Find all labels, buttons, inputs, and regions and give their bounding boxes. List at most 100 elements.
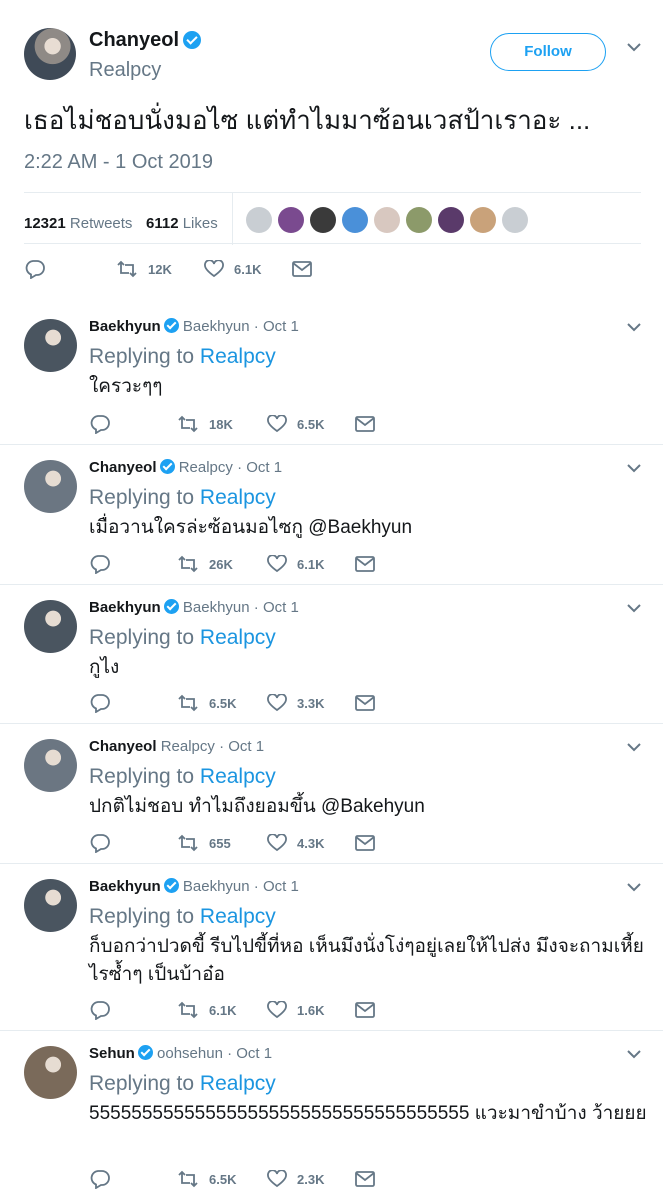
author-handle[interactable]: oohsehun bbox=[157, 1045, 223, 1062]
replying-to-link[interactable]: Realpcy bbox=[200, 1072, 276, 1095]
author-handle[interactable]: Realpcy bbox=[179, 459, 233, 476]
like-button[interactable]: 6.1K bbox=[204, 258, 261, 280]
message-button[interactable] bbox=[355, 1168, 375, 1190]
like-count: 6.1K bbox=[297, 556, 325, 572]
author-handle[interactable]: Realpcy bbox=[89, 58, 161, 82]
author-name[interactable]: Sehun bbox=[89, 1045, 135, 1062]
retweet-button[interactable]: 12K bbox=[116, 258, 172, 280]
reply-button[interactable] bbox=[89, 832, 111, 854]
author-handle[interactable]: Baekhyun bbox=[183, 878, 250, 895]
reply-date[interactable]: Oct 1 bbox=[246, 459, 282, 476]
reply-date[interactable]: Oct 1 bbox=[263, 318, 299, 335]
message-icon bbox=[355, 1171, 375, 1187]
avatar[interactable] bbox=[24, 739, 77, 792]
caret-down-icon[interactable] bbox=[627, 323, 641, 332]
liker-avatar[interactable] bbox=[246, 207, 272, 233]
reply-button[interactable] bbox=[89, 999, 111, 1021]
like-button[interactable]: 3.3K bbox=[267, 692, 324, 714]
reply-button[interactable] bbox=[89, 413, 111, 435]
reply-button[interactable] bbox=[89, 692, 111, 714]
caret-down-icon[interactable] bbox=[627, 43, 641, 52]
reply-tweet[interactable]: Baekhyun Baekhyun · Oct 1 Replying to Re… bbox=[0, 304, 663, 445]
reply-text: ก็บอกว่าปวดขี้ รีบไปขี้ที่หอ เห็นมึงนั่ง… bbox=[89, 936, 644, 985]
like-count: 3.3K bbox=[297, 695, 325, 711]
author-name[interactable]: Baekhyun bbox=[89, 878, 161, 895]
retweet-button[interactable]: 6.5K bbox=[177, 1168, 236, 1190]
message-button[interactable] bbox=[355, 692, 375, 714]
caret-down-icon[interactable] bbox=[627, 464, 641, 473]
message-button[interactable] bbox=[355, 999, 375, 1021]
liker-avatar[interactable] bbox=[278, 207, 304, 233]
like-button[interactable]: 4.3K bbox=[267, 832, 324, 854]
retweets-stat[interactable]: 12321 Retweets bbox=[24, 215, 132, 232]
liker-avatar[interactable] bbox=[342, 207, 368, 233]
replying-to-link[interactable]: Realpcy bbox=[200, 765, 276, 788]
avatar[interactable] bbox=[24, 319, 77, 372]
replying-to-link[interactable]: Realpcy bbox=[200, 626, 276, 649]
like-button[interactable]: 6.5K bbox=[267, 413, 324, 435]
reply-tweet[interactable]: Baekhyun Baekhyun · Oct 1 Replying to Re… bbox=[0, 864, 663, 1031]
like-button[interactable]: 2.3K bbox=[267, 1168, 324, 1190]
reply-header: Baekhyun Baekhyun · Oct 1 bbox=[89, 598, 299, 618]
reply-tweet[interactable]: Chanyeol Realpcy · Oct 1 Replying to Rea… bbox=[0, 445, 663, 585]
likes-stat[interactable]: 6112 Likes bbox=[146, 215, 218, 232]
follow-button[interactable]: Follow bbox=[490, 33, 606, 71]
author-name[interactable]: Chanyeol bbox=[89, 28, 202, 52]
reply-text: เมื่อวานใครล่ะซ้อนมอไซกู @Baekhyun bbox=[89, 517, 413, 538]
liker-avatar[interactable] bbox=[310, 207, 336, 233]
reply-date[interactable]: Oct 1 bbox=[263, 878, 299, 895]
retweet-button[interactable]: 6.1K bbox=[177, 999, 236, 1021]
author-handle[interactable]: Baekhyun bbox=[183, 318, 250, 335]
retweet-button[interactable]: 26K bbox=[177, 553, 233, 575]
liker-avatar[interactable] bbox=[438, 207, 464, 233]
retweet-button[interactable]: 6.5K bbox=[177, 692, 236, 714]
reply-icon bbox=[90, 694, 110, 713]
avatar[interactable] bbox=[24, 1046, 77, 1099]
author-name-text[interactable]: Chanyeol bbox=[89, 29, 179, 51]
reply-tweet[interactable]: Baekhyun Baekhyun · Oct 1 Replying to Re… bbox=[0, 585, 663, 724]
author-name[interactable]: Chanyeol bbox=[89, 459, 157, 476]
caret-down-icon[interactable] bbox=[627, 604, 641, 613]
message-icon bbox=[355, 1002, 375, 1018]
reply-button[interactable] bbox=[89, 1168, 111, 1190]
replying-to-link[interactable]: Realpcy bbox=[200, 486, 276, 509]
avatar[interactable] bbox=[24, 600, 77, 653]
replying-to-link[interactable]: Realpcy bbox=[200, 905, 276, 928]
author-name[interactable]: Baekhyun bbox=[89, 318, 161, 335]
avatar[interactable] bbox=[24, 879, 77, 932]
retweet-count: 18K bbox=[209, 416, 233, 432]
retweet-button[interactable]: 18K bbox=[177, 413, 233, 435]
message-button[interactable] bbox=[355, 832, 375, 854]
message-button[interactable] bbox=[355, 553, 375, 575]
author-handle[interactable]: Realpcy bbox=[161, 738, 215, 755]
liker-avatar[interactable] bbox=[470, 207, 496, 233]
liker-avatar[interactable] bbox=[502, 207, 528, 233]
message-button[interactable] bbox=[292, 258, 312, 280]
caret-down-icon[interactable] bbox=[627, 1050, 641, 1059]
reply-button[interactable] bbox=[24, 258, 46, 280]
like-button[interactable]: 6.1K bbox=[267, 553, 324, 575]
reply-tweet[interactable]: Sehun oohsehun · Oct 1 Replying to Realp… bbox=[0, 1031, 663, 1200]
caret-down-icon[interactable] bbox=[627, 883, 641, 892]
message-button[interactable] bbox=[355, 413, 375, 435]
like-icon bbox=[267, 834, 287, 852]
like-button[interactable]: 1.6K bbox=[267, 999, 324, 1021]
tweet-timestamp[interactable]: 2:22 AM - 1 Oct 2019 bbox=[24, 151, 213, 174]
liker-avatar[interactable] bbox=[406, 207, 432, 233]
author-handle[interactable]: Baekhyun bbox=[183, 599, 250, 616]
reply-tweet[interactable]: Chanyeol Realpcy · Oct 1 Replying to Rea… bbox=[0, 724, 663, 864]
reply-button[interactable] bbox=[89, 553, 111, 575]
author-name[interactable]: Chanyeol bbox=[89, 738, 157, 755]
liker-avatar[interactable] bbox=[374, 207, 400, 233]
reply-date[interactable]: Oct 1 bbox=[236, 1045, 272, 1062]
reply-date[interactable]: Oct 1 bbox=[228, 738, 264, 755]
author-name[interactable]: Baekhyun bbox=[89, 599, 161, 616]
avatar[interactable] bbox=[24, 28, 76, 80]
retweet-button[interactable]: 655 bbox=[177, 832, 231, 854]
caret-down-icon[interactable] bbox=[627, 743, 641, 752]
avatar[interactable] bbox=[24, 460, 77, 513]
replying-to-label: Replying to bbox=[89, 905, 195, 928]
reply-date[interactable]: Oct 1 bbox=[263, 599, 299, 616]
replying-to-link[interactable]: Realpcy bbox=[200, 345, 276, 368]
reply-header: Sehun oohsehun · Oct 1 bbox=[89, 1044, 272, 1064]
